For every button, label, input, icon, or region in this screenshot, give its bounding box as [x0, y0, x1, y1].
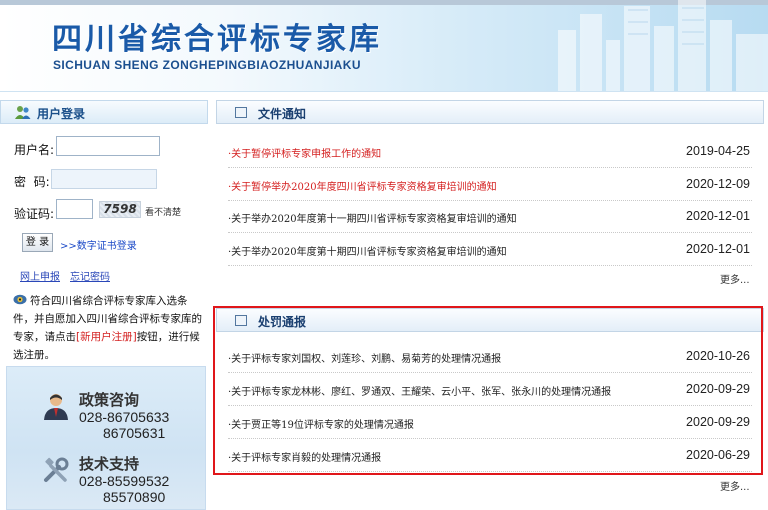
registration-notice: 符合四川省综合评标专家库入选条件，并自愿加入四川省综合评标专家库的专家，请点击[…	[13, 292, 203, 364]
site-title: 四川省综合评标专家库	[52, 22, 382, 57]
file-notice-title[interactable]: ·关于举办2020年度第十一期四川省评标专家资格复审培训的通知	[228, 210, 517, 225]
digital-cert-login-link[interactable]: >>数字证书登录	[60, 237, 137, 252]
tech-support-block: 技术支持 028-85599532 85570890	[7, 449, 207, 509]
tech-support-phone-1: 028-85599532	[79, 473, 170, 489]
policy-consult-phone-2: 86705631	[103, 425, 166, 441]
skyline-illustration	[558, 0, 768, 91]
policy-consult-block: 政策咨询 028-86705633 86705631	[7, 385, 207, 445]
file-notice-row[interactable]: ·关于举办2020年度第十一期四川省评标专家资格复审培训的通知 2020-12-…	[228, 200, 752, 233]
new-user-register-link[interactable]: [新用户注册]	[76, 331, 137, 343]
penalty-notices-more-link[interactable]: 更多...	[720, 478, 750, 493]
login-button[interactable]: 登 录	[22, 233, 53, 252]
password-input[interactable]	[51, 169, 157, 189]
username-input[interactable]	[56, 136, 160, 156]
captcha-input[interactable]	[56, 199, 93, 219]
password-label: 密 码:	[14, 175, 50, 189]
captcha-refresh-link[interactable]: 看不清楚	[145, 205, 181, 218]
file-notice-date: 2019-04-25	[686, 144, 750, 158]
file-notice-date: 2020-12-01	[686, 209, 750, 223]
header-banner: 四川省综合评标专家库 SICHUAN SHENG ZONGHEPINGBIAOZ…	[0, 0, 768, 92]
file-notice-row[interactable]: ·关于举办2020年度第十期四川省评标专家资格复审培训的通知 2020-12-0…	[228, 233, 752, 266]
file-notice-date: 2020-12-01	[686, 242, 750, 256]
user-icon	[15, 106, 31, 119]
tech-support-phone-2: 85570890	[103, 489, 166, 505]
policy-consult-phone-1: 028-86705633	[79, 409, 170, 425]
file-notices-more-link[interactable]: 更多...	[720, 271, 750, 286]
consultant-icon	[44, 394, 68, 420]
login-header: 用户登录	[0, 100, 208, 124]
file-notice-row[interactable]: ·关于暂停评标专家申报工作的通知 2019-04-25	[228, 135, 752, 168]
contact-panel: 政策咨询 028-86705633 86705631 技术支持 028-8559…	[6, 366, 206, 510]
square-icon	[235, 107, 247, 118]
tech-support-title: 技术支持	[79, 455, 140, 473]
penalty-highlight-box	[213, 306, 763, 475]
file-notice-title[interactable]: ·关于举办2020年度第十期四川省评标专家资格复审培训的通知	[228, 243, 507, 258]
file-notice-row[interactable]: ·关于暂停举办2020年度四川省评标专家资格复审培训的通知 2020-12-09	[228, 168, 752, 201]
file-notice-title[interactable]: ·关于暂停举办2020年度四川省评标专家资格复审培训的通知	[228, 178, 497, 193]
forgot-password-link[interactable]: 忘记密码	[70, 268, 110, 283]
captcha-label: 验证码:	[14, 207, 55, 221]
eye-icon	[13, 294, 27, 305]
file-notices-title: 文件通知	[258, 107, 307, 121]
username-label: 用户名:	[14, 143, 55, 157]
site-subtitle: SICHUAN SHENG ZONGHEPINGBIAOZHUANJIAKU	[53, 58, 361, 72]
file-notice-title[interactable]: ·关于暂停评标专家申报工作的通知	[228, 145, 381, 160]
file-notices-header: 文件通知	[216, 100, 764, 124]
file-notice-date: 2020-12-09	[686, 177, 750, 191]
policy-consult-title: 政策咨询	[79, 391, 140, 409]
tools-icon	[44, 457, 69, 482]
captcha-image[interactable]: 7598	[99, 201, 141, 218]
login-title: 用户登录	[37, 107, 86, 121]
online-report-link[interactable]: 网上申报	[20, 268, 60, 283]
